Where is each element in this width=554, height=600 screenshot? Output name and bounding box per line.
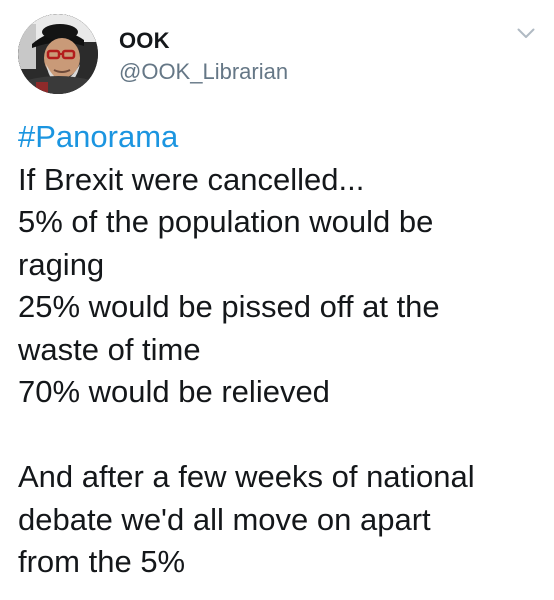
hashtag-link[interactable]: #Panorama: [18, 119, 178, 154]
avatar-image: [18, 14, 98, 94]
tweet-line: 25% would be pissed off at the: [18, 289, 440, 324]
more-options-button[interactable]: [514, 24, 538, 42]
tweet-line: debate we'd all move on apart: [18, 501, 431, 537]
tweet-text: #Panorama If Brexit were cancelled... 5%…: [18, 116, 543, 584]
tweet-line: And after a few weeks of national: [18, 459, 475, 494]
author-name[interactable]: OOK: [119, 28, 170, 54]
tweet-line: waste of time: [18, 331, 201, 367]
avatar[interactable]: [18, 14, 98, 94]
tweet-line: raging: [18, 246, 105, 282]
tweet-line: If Brexit were cancelled...: [18, 161, 365, 197]
author-handle[interactable]: @OOK_Librarian: [119, 59, 288, 85]
tweet-line: from the 5%: [18, 544, 186, 579]
tweet-card: OOK @OOK_Librarian #Panorama If Brexit w…: [0, 0, 554, 600]
tweet-line: 5% of the population would be: [18, 204, 434, 239]
chevron-down-icon: [517, 28, 535, 38]
tweet-line: 70% would be relieved: [18, 374, 330, 409]
